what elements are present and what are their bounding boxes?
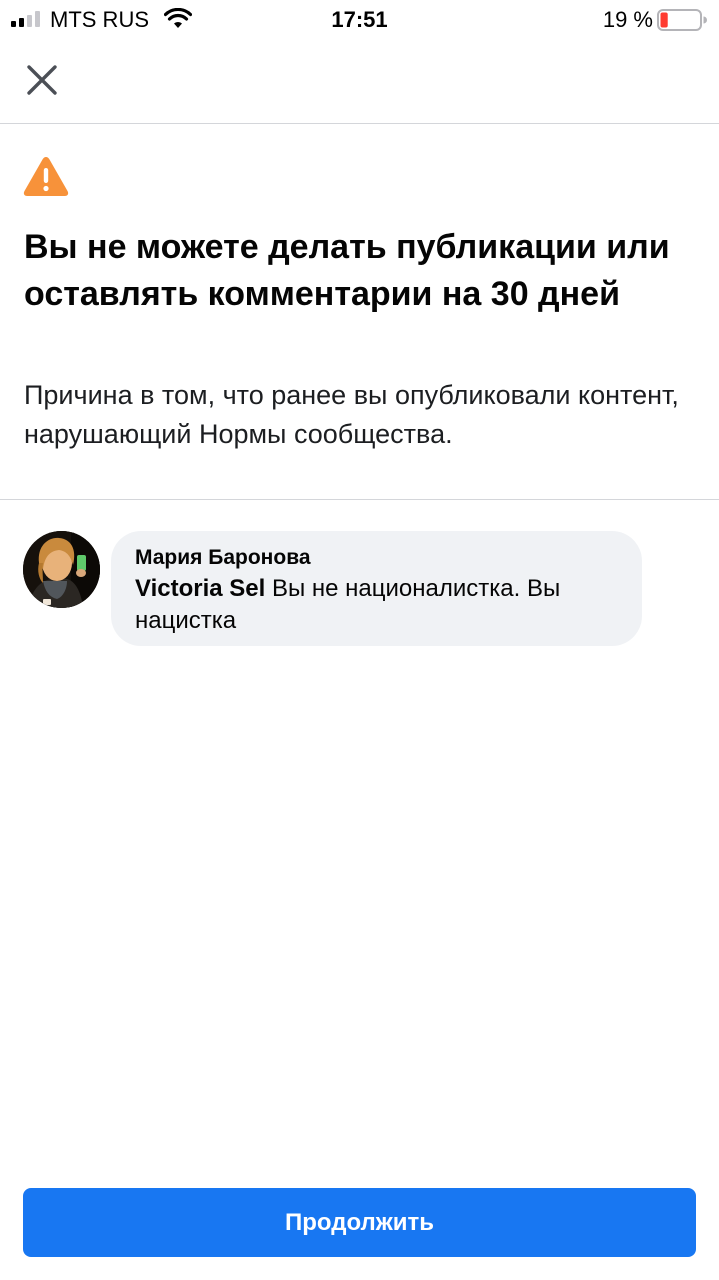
comment-mention[interactable]: Victoria Sel xyxy=(135,575,265,602)
restriction-reason: Причина в том, что ранее вы опубликовали… xyxy=(24,380,679,449)
comment-author: Мария Баронова xyxy=(135,546,311,569)
comment-bubble: Мария Баронова Victoria Sel Вы не национ… xyxy=(111,531,642,646)
battery-percent: 19 % xyxy=(602,7,653,32)
comment-body: Victoria Sel Вы не националистка. Вы нац… xyxy=(135,573,618,637)
avatar xyxy=(23,531,100,608)
header xyxy=(0,40,719,124)
warning-triangle-icon xyxy=(23,157,69,196)
battery-icon xyxy=(657,9,707,31)
continue-button[interactable]: Продолжить xyxy=(23,1188,696,1257)
restriction-headline: Вы не можете делать публикации или остав… xyxy=(24,228,670,313)
divider xyxy=(0,499,719,500)
avatar-image xyxy=(23,531,100,608)
close-icon[interactable] xyxy=(20,58,64,102)
status-bar: MTS RUS 17:51 19 % xyxy=(0,0,719,40)
